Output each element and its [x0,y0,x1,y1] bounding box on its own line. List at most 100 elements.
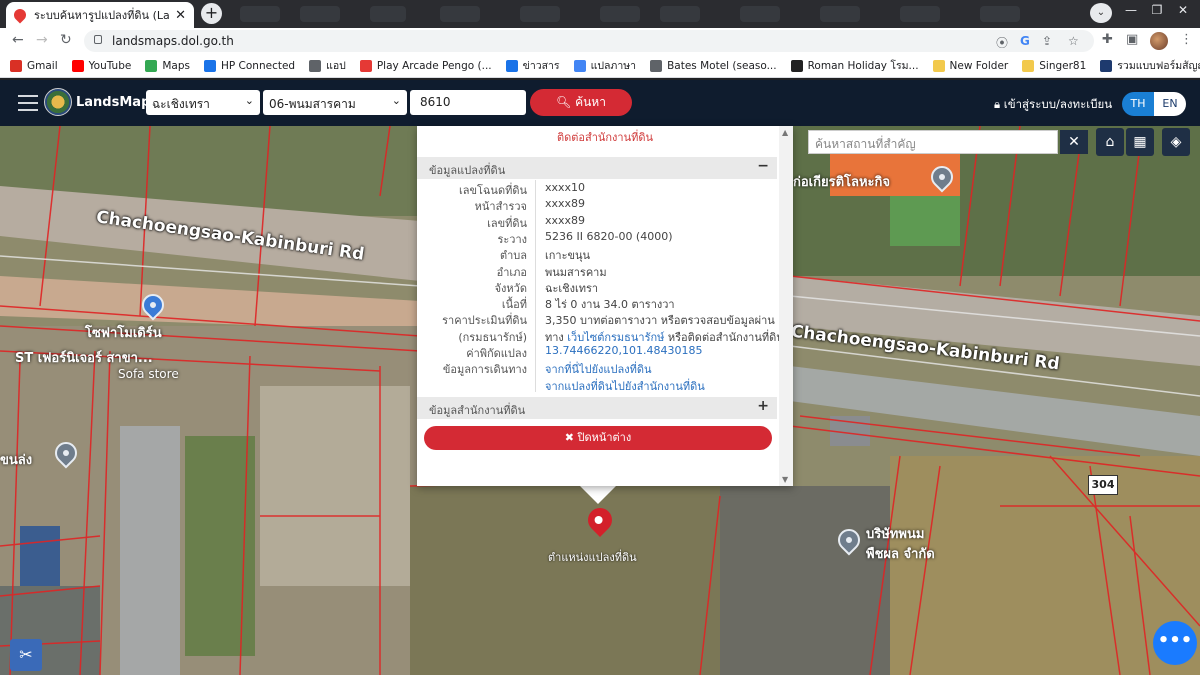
blurred-tab[interactable] [820,6,860,22]
info-row-key: เลขที่ดิน [487,216,527,230]
bookmark-favicon-icon [309,59,322,72]
bookmark-item[interactable]: Bates Motel (seaso... [650,59,777,72]
blurred-tab[interactable] [900,6,940,22]
bookmark-item[interactable]: แอป [309,57,346,74]
bookmark-item[interactable]: รวมแบบฟอร์มสัญญา... [1100,57,1200,74]
address-bar[interactable]: landsmaps.dol.go.th ⦿ G ⇪ ☆ [84,30,1094,52]
side-panel-icon[interactable]: ▣ [1126,32,1138,47]
google-translate-icon[interactable]: G [1020,34,1030,48]
info-row-value: เกาะขนุน [545,249,591,263]
share-icon[interactable]: ⇪ [1042,34,1052,48]
bookmark-star-icon[interactable]: ☆ [1068,34,1079,48]
blurred-tab[interactable] [370,6,406,22]
lang-en-button[interactable]: EN [1154,92,1186,116]
browser-tab[interactable]: ระบบค้นหารูปแปลงที่ดิน (LandsMa... ✕ [6,2,194,28]
blurred-tab[interactable] [300,6,340,22]
bookmark-item[interactable]: Maps [145,59,190,72]
bookmark-favicon-icon [505,59,518,72]
close-tab-icon[interactable]: ✕ [175,8,186,23]
restore-icon[interactable]: ❐ [1144,0,1170,20]
layers-icon[interactable]: ◈ [1162,128,1190,156]
bookmarks-bar: Gmail YouTube Maps HP Connected แอป Play Arca… [0,54,1200,78]
bookmark-favicon-icon [10,59,22,72]
forward-arrow-icon[interactable]: → [36,32,48,48]
parcel-number-input[interactable]: 8610 [410,90,526,115]
lang-th-button[interactable]: TH [1122,92,1154,116]
bookmark-item[interactable]: Play Arcade Pengo (... [359,59,492,72]
info-row-value: ฉะเชิงเทรา [545,281,599,295]
url-text: landsmaps.dol.go.th [112,34,234,48]
tab-title: ระบบค้นหารูปแปลงที่ดิน (LandsMa... [34,9,170,22]
bookmark-item[interactable]: Gmail [10,59,58,72]
info-row-key: ค่าพิกัดแปลง [466,347,527,360]
bookmark-label: Singer81 [1039,59,1087,72]
bookmark-label: แปลภาษา [590,60,637,72]
blurred-tab[interactable] [600,6,640,22]
grid-icon[interactable]: ▦ [1126,128,1154,156]
chat-more-button[interactable]: ••• [1153,621,1197,665]
district-select-value: 06-พนมสารคาม [269,97,356,111]
clear-search-icon[interactable]: ✕ [1060,130,1088,154]
back-arrow-icon[interactable]: ← [12,32,24,48]
search-button[interactable]: 🔍︎ ค้นหา [530,89,632,116]
bookmark-item[interactable]: HP Connected [203,59,296,72]
bookmark-item[interactable]: Singer81 [1022,59,1087,72]
province-select[interactable]: ฉะเชิงเทรา ⌄ [146,90,260,115]
extensions-puzzle-icon[interactable]: ✚ [1102,32,1113,47]
bookmark-label: Maps [162,59,190,72]
blurred-tab[interactable] [740,6,780,22]
menu-hamburger-icon[interactable] [18,95,38,116]
info-row-link[interactable]: จากแปลงที่ดินไปยังสำนักงานที่ดิน [545,377,705,395]
bookmark-favicon-icon [1022,59,1035,72]
profile-avatar[interactable] [1150,32,1168,50]
bookmark-favicon-icon [573,59,586,72]
parcel-info-section-header[interactable]: ข้อมูลแปลงที่ดิน − [417,157,777,179]
place-search-input[interactable]: ค้นหาสถานที่สำคัญ [808,130,1058,154]
close-window-icon[interactable]: ✕ [1170,0,1196,20]
treasury-website-link[interactable]: เว็บไซต์กรมธนารักษ์ [567,331,664,344]
chevron-down-icon: ⌄ [391,94,401,107]
bookmark-item[interactable]: YouTube [71,59,131,72]
info-row-link[interactable]: 13.74466220,101.48430185 [545,344,702,357]
info-row: อำเภอ พนมสารคาม [417,263,777,280]
info-row: เลขที่ดิน xxxx89 [417,214,777,231]
bookmark-item[interactable]: New Folder [932,59,1008,72]
bookmark-item[interactable]: แปลภาษา [573,57,637,74]
expand-plus-icon[interactable]: + [757,398,769,414]
blurred-tab[interactable] [980,6,1020,22]
contact-office-link[interactable]: ติดต่อสำนักงานที่ดิน [417,128,793,146]
district-select[interactable]: 06-พนมสารคาม ⌄ [263,90,407,115]
blurred-tab[interactable] [520,6,560,22]
info-row: เลขโฉนดที่ดิน xxxx10 [417,181,777,198]
popup-scrollbar[interactable]: ▲ ▼ [779,126,793,486]
bookmark-item[interactable]: ข่าวสาร [505,57,560,74]
bookmark-label: ข่าวสาร [522,60,560,72]
location-icon[interactable]: ⦿ [996,34,1008,51]
info-row-link[interactable]: จากที่นี่ไปยังแปลงที่ดิน [545,360,651,378]
blurred-tab[interactable] [660,6,700,22]
close-window-button[interactable]: ✖ ปิดหน้าต่าง [424,426,772,450]
route-tools-icon[interactable]: ✂ [10,639,42,671]
tab-search-chevron-icon[interactable]: ⌄ [1090,3,1112,23]
section-title: ข้อมูลแปลงที่ดิน [429,164,506,177]
info-row: ราคาประเมินที่ดิน 3,350 บาทต่อตารางวา หรื… [417,311,777,328]
login-link[interactable]: 🔒︎ เข้าสู่ระบบ/ลงทะเบียน [994,96,1112,114]
collapse-minus-icon[interactable]: − [757,158,769,174]
scroll-up-icon[interactable]: ▲ [782,128,788,137]
bookmark-label: HP Connected [220,59,296,72]
reload-icon[interactable]: ↻ [60,32,72,48]
new-tab-button[interactable]: + [201,3,222,24]
blurred-tab[interactable] [440,6,480,22]
minimize-icon[interactable]: — [1118,0,1144,20]
home-icon[interactable]: ⌂ [1096,128,1124,156]
scroll-down-icon[interactable]: ▼ [782,475,788,484]
bookmark-item[interactable]: Roman Holiday โรม... [790,57,919,74]
poi-label: ก่อเกียรติโลหะกิจ [793,175,891,190]
more-menu-icon[interactable]: ⋮ [1180,32,1193,47]
info-row-value: 5236 II 6820-00 (4000) [545,229,673,243]
info-row: เนื้อที่ 8 ไร่ 0 งาน 34.0 ตารางวา [417,295,777,312]
info-row-key: อำเภอ [496,265,527,279]
search-button-label: ค้นหา [575,95,606,109]
office-info-section-header[interactable]: ข้อมูลสำนักงานที่ดิน + [417,397,777,419]
blurred-tab[interactable] [240,6,280,22]
